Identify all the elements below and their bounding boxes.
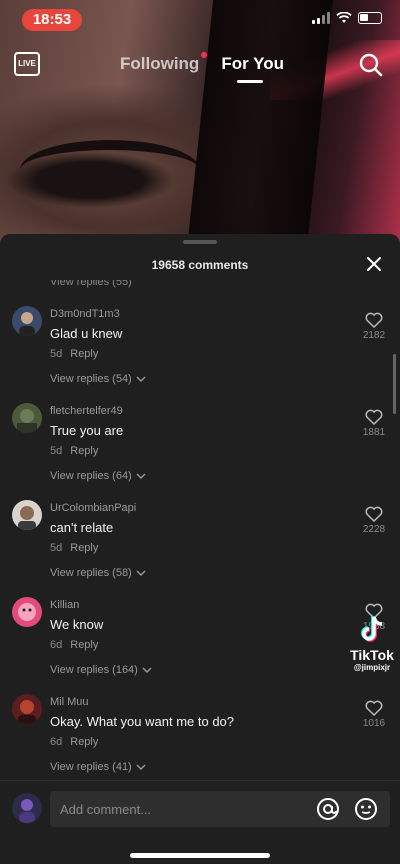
comment-item: Killian We know 6d Reply View replies (16…	[0, 595, 400, 692]
feed-tabs: Following For You	[120, 52, 284, 83]
comment-text: We know	[50, 617, 104, 632]
chevron-down-icon	[136, 376, 146, 382]
view-replies-button[interactable]: View replies (54)	[50, 373, 146, 385]
live-icon[interactable]: LIVE	[14, 52, 40, 76]
comment-username[interactable]: fletchertelfer49	[50, 405, 123, 417]
tab-following[interactable]: Following	[120, 52, 208, 74]
avatar[interactable]	[12, 306, 42, 336]
comment-age: 5d	[50, 348, 63, 360]
emoji-icon[interactable]	[354, 797, 378, 821]
status-time: 18:53	[22, 9, 82, 31]
heart-icon	[365, 312, 383, 328]
tab-for-you[interactable]: For You	[221, 54, 284, 83]
comment-item: fletchertelfer49 True you are 5d Reply Vi…	[0, 401, 400, 498]
tab-for-you-label: For You	[221, 54, 284, 73]
comment-item: UrColombianPapi can't relate 5d Reply Vie…	[0, 498, 400, 595]
avatar[interactable]	[12, 500, 42, 530]
comments-sheet: 19658 comments View replies (55) D3m0ndT…	[0, 234, 400, 864]
my-avatar[interactable]	[12, 793, 42, 823]
reply-button[interactable]: Reply	[70, 348, 98, 360]
reply-button[interactable]: Reply	[70, 542, 98, 554]
view-replies-button[interactable]: View replies (64)	[50, 470, 146, 482]
top-nav: LIVE Following For You	[0, 48, 400, 88]
tiktok-brand-text: TikTok	[350, 647, 394, 663]
battery-icon	[358, 12, 382, 24]
comment-meta: 6d Reply	[50, 639, 98, 651]
comment-meta: 5d Reply	[50, 445, 98, 457]
partial-view-replies[interactable]: View replies (55)	[50, 280, 132, 288]
close-icon[interactable]	[366, 256, 382, 272]
comment-username[interactable]: Mil Muu	[50, 696, 89, 708]
comment-text: True you are	[50, 423, 124, 438]
comment-meta: 5d Reply	[50, 542, 98, 554]
comment-meta: 6d Reply	[50, 736, 98, 748]
comment-meta: 5d Reply	[50, 348, 98, 360]
active-tab-indicator	[237, 80, 264, 83]
comment-age: 6d	[50, 639, 63, 651]
wifi-icon	[336, 12, 352, 23]
avatar[interactable]	[12, 694, 42, 724]
like-button[interactable]: 2182	[360, 312, 388, 341]
comment-text: Okay. What you want me to do?	[50, 714, 235, 729]
view-replies-button[interactable]: View replies (164)	[50, 664, 152, 676]
like-count: 2228	[362, 524, 386, 535]
view-replies-label: View replies (58)	[50, 567, 132, 579]
tiktok-logo-icon	[361, 616, 383, 642]
chevron-down-icon	[136, 764, 146, 770]
chevron-down-icon	[136, 473, 146, 479]
view-replies-label: View replies (164)	[50, 664, 138, 676]
avatar[interactable]	[12, 403, 42, 433]
mention-at-icon[interactable]	[316, 797, 340, 821]
notification-dot	[201, 52, 208, 58]
reply-button[interactable]: Reply	[70, 639, 98, 651]
like-button[interactable]: 2228	[360, 506, 388, 535]
view-replies-label: View replies (41)	[50, 761, 132, 773]
comment-text: Glad u knew	[50, 326, 123, 341]
comment-username[interactable]: D3m0ndT1m3	[50, 308, 120, 320]
comments-list: D3m0ndT1m3 Glad u knew 5d Reply View repl…	[0, 304, 400, 789]
heart-icon	[365, 409, 383, 425]
reply-button[interactable]: Reply	[70, 736, 98, 748]
view-replies-label: View replies (54)	[50, 373, 132, 385]
chevron-down-icon	[136, 570, 146, 576]
avatar[interactable]	[12, 597, 42, 627]
comment-input-bar	[0, 780, 400, 864]
comment-username[interactable]: UrColombianPapi	[50, 502, 136, 514]
home-indicator[interactable]	[130, 853, 270, 858]
comment-item: D3m0ndT1m3 Glad u knew 5d Reply View repl…	[0, 304, 400, 401]
like-count: 1881	[362, 427, 386, 438]
view-replies-button[interactable]: View replies (58)	[50, 567, 146, 579]
tiktok-watermark: TikTok @jimpixjr	[344, 615, 400, 672]
like-button[interactable]: 1881	[360, 409, 388, 438]
comments-count-title: 19658 comments	[151, 258, 249, 272]
chevron-down-icon	[142, 667, 152, 673]
comment-age: 5d	[50, 542, 63, 554]
heart-icon	[365, 700, 383, 716]
status-icons	[312, 12, 382, 24]
eyelash-shape	[20, 140, 200, 200]
comment-age: 5d	[50, 445, 63, 457]
heart-icon	[365, 506, 383, 522]
scrollbar[interactable]	[393, 354, 396, 414]
like-count: 2182	[362, 330, 386, 341]
like-count: 1016	[362, 718, 386, 729]
tab-following-label: Following	[120, 54, 200, 73]
reply-button[interactable]: Reply	[70, 445, 98, 457]
view-replies-button[interactable]: View replies (41)	[50, 761, 146, 773]
comment-item: Mil Muu Okay. What you want me to do? 6d…	[0, 692, 400, 789]
view-replies-label: View replies (64)	[50, 470, 132, 482]
like-button[interactable]: 1016	[360, 700, 388, 729]
creator-handle: @jimpixjr	[353, 663, 391, 672]
sheet-drag-handle[interactable]	[183, 240, 217, 244]
signal-icon	[312, 12, 330, 24]
status-bar: 18:53	[0, 0, 400, 40]
comment-text: can't relate	[50, 520, 114, 535]
comment-username[interactable]: Killian	[50, 599, 79, 611]
search-icon[interactable]	[358, 52, 384, 78]
comment-age: 6d	[50, 736, 63, 748]
